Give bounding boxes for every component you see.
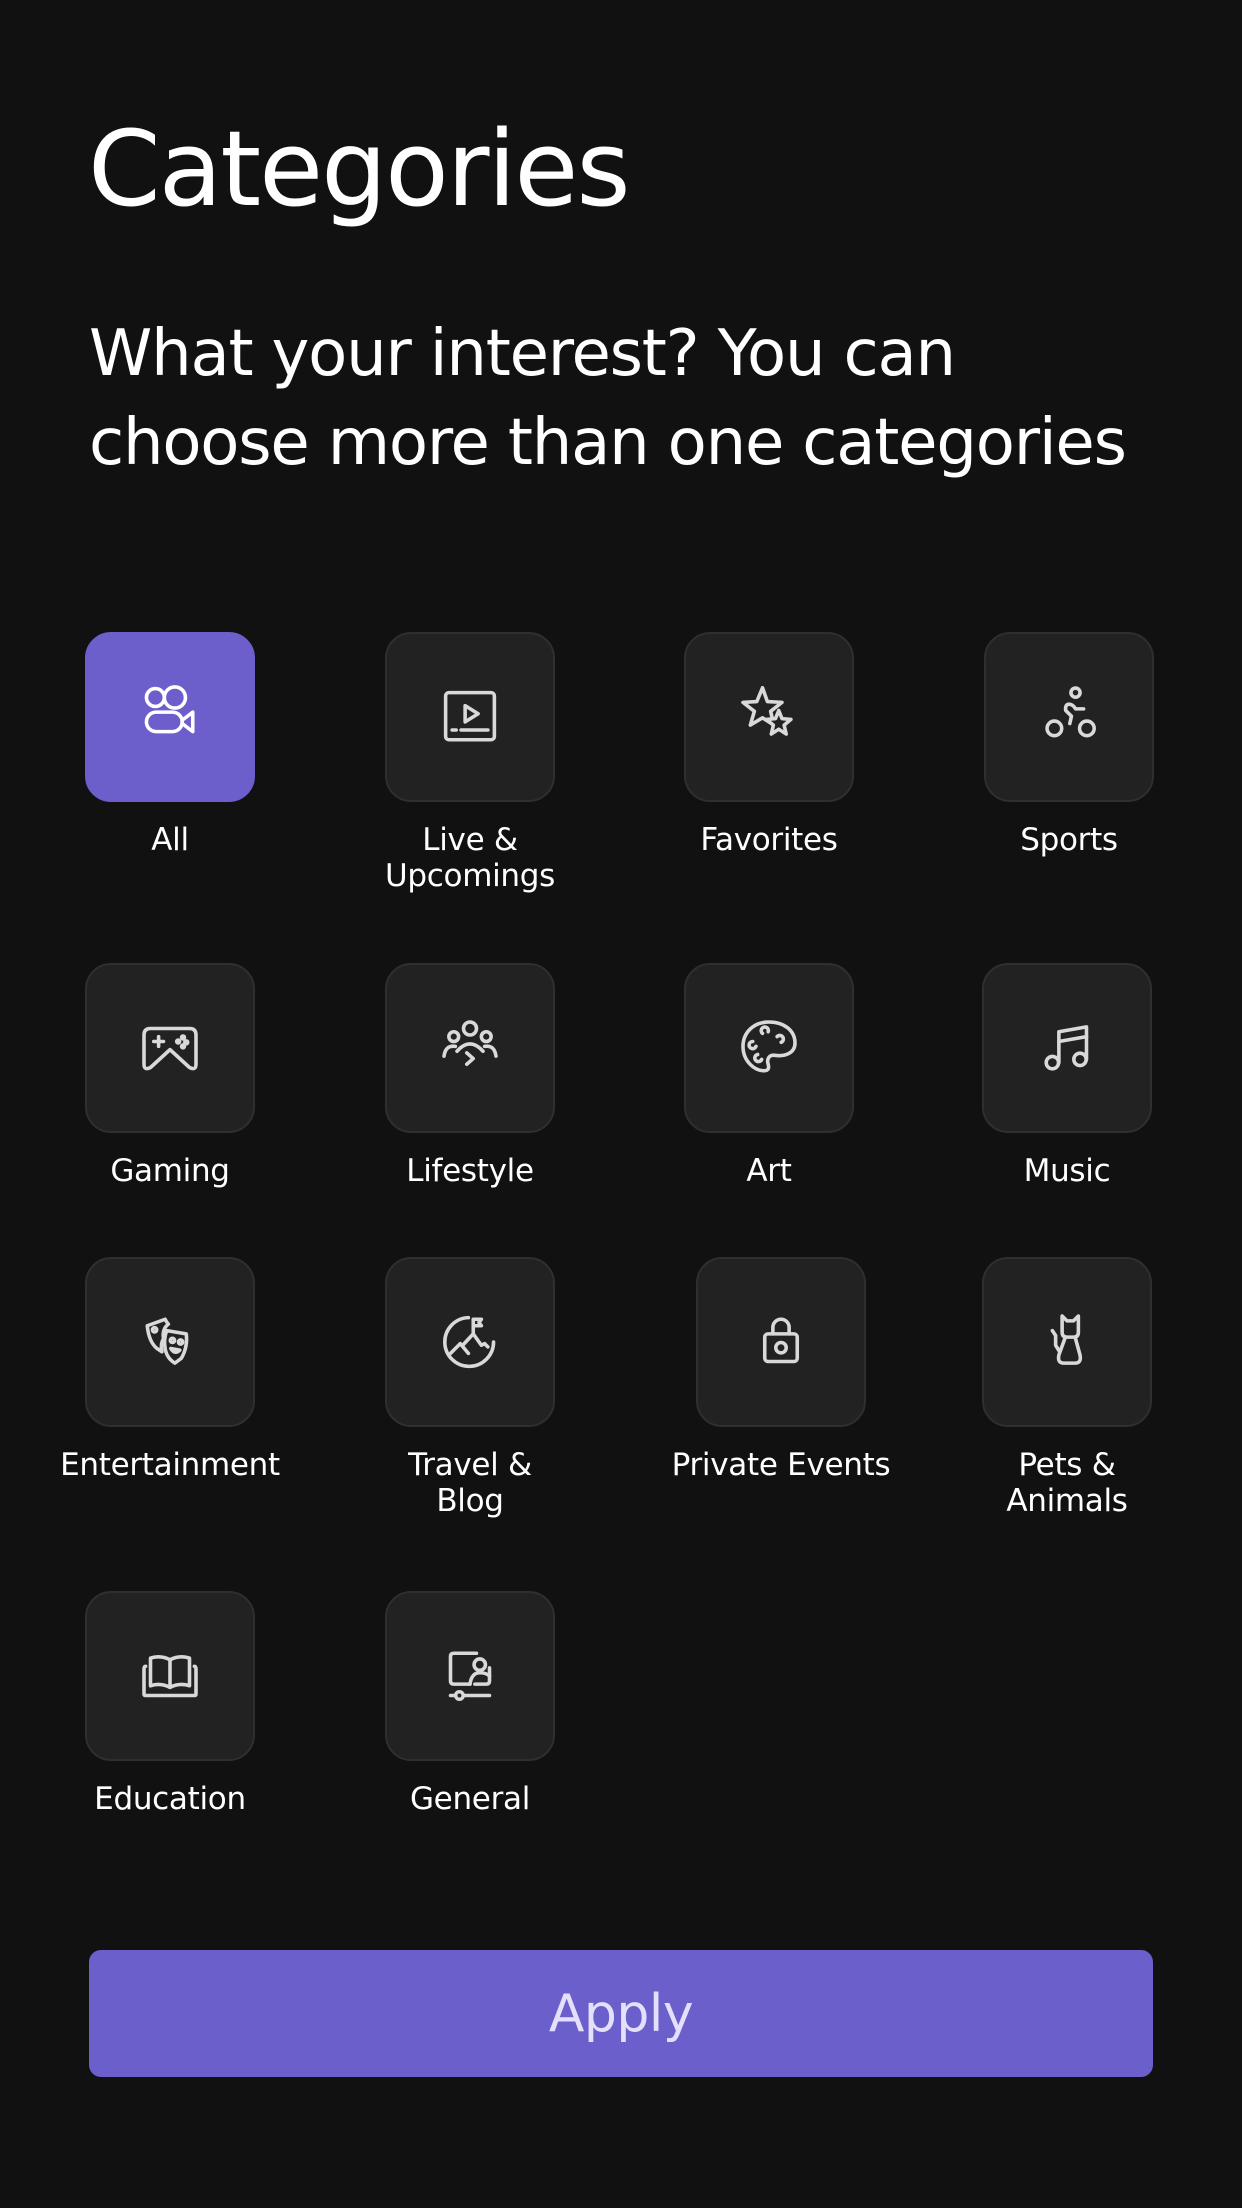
open-book-icon [142, 1655, 198, 1698]
stars-icon [741, 685, 793, 736]
category-tile[interactable] [85, 1591, 255, 1761]
people-group-icon [442, 1020, 498, 1067]
category-tile[interactable] [385, 963, 555, 1133]
category-label: Music [1023, 1153, 1111, 1189]
category-label: Art [746, 1153, 792, 1189]
category-tile[interactable] [684, 632, 854, 802]
category-tile[interactable] [385, 632, 555, 802]
category-travel-blog[interactable]: Travel & Blog [350, 1257, 590, 1519]
lock-icon [762, 1317, 800, 1364]
category-label: Sports [1020, 822, 1118, 858]
category-label: All [151, 822, 189, 858]
category-private-events[interactable]: Private Events [661, 1257, 901, 1483]
category-lifestyle[interactable]: Lifestyle [350, 963, 590, 1189]
category-label: Favorites [700, 822, 838, 858]
category-tile[interactable] [984, 632, 1154, 802]
category-favorites[interactable]: Favorites [649, 632, 889, 858]
category-general[interactable]: General [350, 1591, 590, 1817]
category-label: Live & Upcomings [385, 822, 555, 894]
category-tile[interactable] [982, 963, 1152, 1133]
category-tile[interactable] [684, 963, 854, 1133]
subtitle-line-2: choose more than one categories [89, 406, 1127, 480]
category-label: Education [94, 1781, 246, 1817]
category-education[interactable]: Education [50, 1591, 290, 1817]
category-all[interactable]: All [50, 632, 290, 858]
category-entertainment[interactable]: Entertainment [50, 1257, 290, 1483]
play-screen-icon [443, 690, 497, 742]
category-art[interactable]: Art [649, 963, 889, 1189]
category-tile[interactable] [696, 1257, 866, 1427]
cat-icon [1050, 1314, 1083, 1365]
category-tile[interactable] [85, 963, 255, 1133]
category-label: General [409, 1781, 531, 1817]
cyclist-icon [1045, 686, 1096, 738]
presenter-screen-icon [448, 1651, 492, 1702]
category-label: Travel & Blog [408, 1447, 532, 1519]
video-camera-icon [144, 685, 195, 734]
category-gaming[interactable]: Gaming [50, 963, 290, 1189]
category-label: Entertainment [60, 1447, 280, 1483]
page-title: Categories [88, 108, 631, 230]
category-label: Lifestyle [406, 1153, 534, 1189]
category-music[interactable]: Music [947, 963, 1187, 1189]
category-sports[interactable]: Sports [949, 632, 1189, 858]
category-label: Pets & Animals [1006, 1447, 1128, 1519]
mountain-flag-icon [443, 1315, 496, 1369]
palette-icon [741, 1020, 797, 1073]
category-tile[interactable] [85, 632, 255, 802]
category-tile[interactable] [385, 1257, 555, 1427]
page-subtitle: What your interest? You can choose more … [89, 310, 1189, 488]
subtitle-line-1: What your interest? You can [89, 317, 956, 391]
apply-button[interactable]: Apply [89, 1950, 1153, 2077]
category-tile[interactable] [385, 1591, 555, 1761]
category-label: Gaming [110, 1153, 230, 1189]
category-label: Private Events [671, 1447, 891, 1483]
theater-masks-icon [145, 1317, 189, 1365]
category-pets-animals[interactable]: Pets & Animals [947, 1257, 1187, 1519]
category-tile[interactable] [982, 1257, 1152, 1427]
gamepad-icon [142, 1026, 198, 1071]
category-live-upcomings[interactable]: Live & Upcomings [350, 632, 590, 894]
music-note-icon [1044, 1025, 1089, 1071]
category-tile[interactable] [85, 1257, 255, 1427]
